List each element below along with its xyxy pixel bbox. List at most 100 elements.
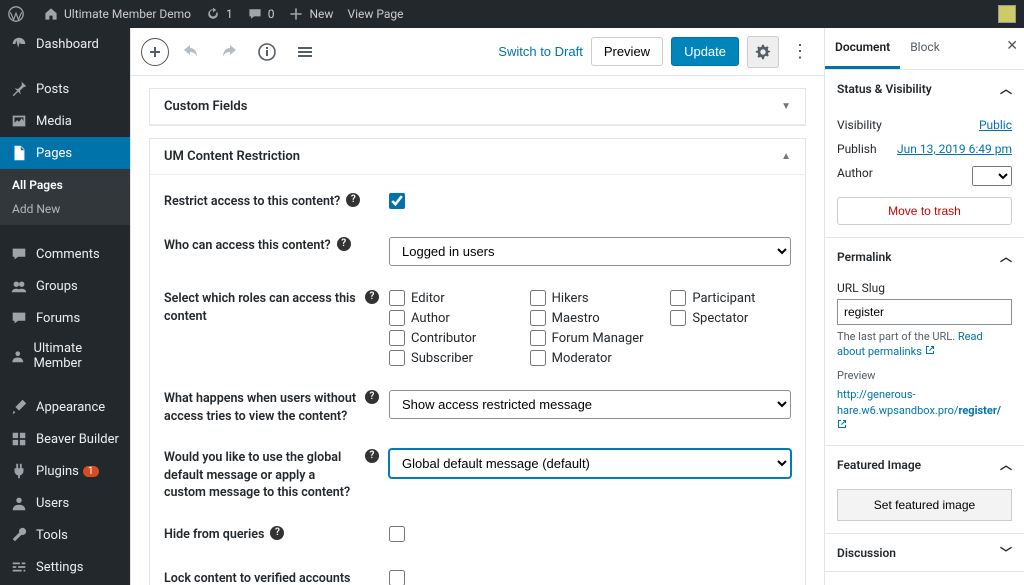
help-icon[interactable]: ? xyxy=(346,193,360,207)
move-to-trash[interactable]: Move to trash xyxy=(837,197,1012,225)
wp-logo[interactable] xyxy=(8,6,29,22)
user-icon xyxy=(10,347,26,365)
help-icon[interactable]: ? xyxy=(270,526,284,540)
role-option[interactable]: Contributor xyxy=(389,330,510,346)
permalink-toggle[interactable]: Permalink︿ xyxy=(825,238,1024,275)
sidebar-item-posts[interactable]: Posts xyxy=(0,73,130,105)
new-link[interactable]: New xyxy=(288,6,333,22)
role-option[interactable]: Maestro xyxy=(530,310,651,326)
submenu-all-pages[interactable]: All Pages xyxy=(0,173,130,197)
undo-button[interactable] xyxy=(175,36,207,68)
role-checkbox[interactable] xyxy=(530,330,546,346)
role-checkbox[interactable] xyxy=(670,310,686,326)
author-select[interactable] xyxy=(972,166,1012,186)
redo-button[interactable] xyxy=(213,36,245,68)
sidebar-item-tools[interactable]: Tools xyxy=(0,519,130,551)
sidebar-item-media[interactable]: Media xyxy=(0,105,130,137)
featured-image-panel: Featured Image︿ Set featured image xyxy=(825,446,1024,534)
sidebar-item-pages[interactable]: Pages xyxy=(0,137,130,169)
help-icon[interactable]: ? xyxy=(365,390,379,404)
roles-list: Editor Hikers Participant Author Maestro Spec… xyxy=(389,290,791,366)
who-select[interactable]: Logged in users xyxy=(389,237,791,266)
switch-to-draft[interactable]: Switch to Draft xyxy=(498,44,583,59)
sidebar-item-dashboard[interactable]: Dashboard xyxy=(0,28,130,60)
settings-toggle[interactable] xyxy=(747,36,779,68)
publish-value[interactable]: Jun 13, 2019 6:49 pm xyxy=(897,142,1012,156)
more-menu[interactable]: ⋮ xyxy=(787,41,814,62)
role-option[interactable]: Hikers xyxy=(530,290,651,306)
role-checkbox[interactable] xyxy=(389,310,405,326)
role-checkbox[interactable] xyxy=(389,290,405,306)
role-option[interactable]: Spectator xyxy=(670,310,791,326)
role-checkbox[interactable] xyxy=(530,290,546,306)
updates-link[interactable]: 1 xyxy=(205,6,233,22)
site-link[interactable]: Ultimate Member Demo xyxy=(43,6,191,22)
help-icon[interactable]: ? xyxy=(365,449,379,463)
list-icon xyxy=(295,42,315,62)
visibility-value[interactable]: Public xyxy=(979,118,1012,132)
sidebar-item-plugins[interactable]: Plugins1 xyxy=(0,455,130,487)
role-checkbox[interactable] xyxy=(530,350,546,366)
featured-image-toggle[interactable]: Featured Image︿ xyxy=(825,446,1024,483)
discussion-toggle[interactable]: Discussion﹀ xyxy=(825,534,1024,571)
preview-button[interactable]: Preview xyxy=(591,37,663,66)
help-icon[interactable]: ? xyxy=(337,237,351,251)
role-option[interactable]: Editor xyxy=(389,290,510,306)
home-icon xyxy=(43,6,59,22)
view-page-link[interactable]: View Page xyxy=(347,7,403,21)
info-button[interactable] xyxy=(251,36,283,68)
role-option[interactable]: Forum Manager xyxy=(530,330,651,346)
tab-document[interactable]: Document xyxy=(825,28,900,69)
slug-input[interactable] xyxy=(837,299,1012,325)
role-checkbox[interactable] xyxy=(389,350,405,366)
status-toggle[interactable]: Status & Visibility︿ xyxy=(825,70,1024,107)
message-select[interactable]: Global default message (default) xyxy=(389,449,791,478)
update-button[interactable]: Update xyxy=(671,37,739,66)
sidebar-item-beaver-builder[interactable]: Beaver Builder xyxy=(0,423,130,455)
user-avatar[interactable] xyxy=(998,5,1016,23)
role-checkbox[interactable] xyxy=(530,310,546,326)
plus-icon xyxy=(288,6,304,22)
grid-icon xyxy=(10,430,28,448)
close-sidebar[interactable]: ✕ xyxy=(1006,38,1018,54)
external-icon xyxy=(925,345,935,355)
sidebar-item-users[interactable]: Users xyxy=(0,487,130,519)
help-icon[interactable]: ? xyxy=(365,290,379,304)
lock-checkbox[interactable] xyxy=(389,570,405,585)
hide-checkbox[interactable] xyxy=(389,526,405,542)
refresh-icon xyxy=(205,6,221,22)
chevron-down-icon: ▼ xyxy=(781,101,791,112)
sidebar-item-comments[interactable]: Comments xyxy=(0,238,130,270)
chevron-up-icon: ▲ xyxy=(781,151,791,162)
set-featured-image[interactable]: Set featured image xyxy=(837,489,1012,521)
permalink-preview-link[interactable]: http://generous-hare.w6.wpsandbox.pro/re… xyxy=(837,388,1001,416)
role-option[interactable]: Moderator xyxy=(530,350,651,366)
sidebar-item-groups[interactable]: Groups xyxy=(0,270,130,302)
comments-link[interactable]: 0 xyxy=(247,6,275,22)
wordpress-icon xyxy=(8,6,24,22)
sidebar-item-ultimate-member[interactable]: Ultimate Member xyxy=(0,334,130,378)
role-checkbox[interactable] xyxy=(389,330,405,346)
role-option[interactable]: Participant xyxy=(670,290,791,306)
outline-button[interactable] xyxy=(289,36,321,68)
role-option[interactable]: Subscriber xyxy=(389,350,510,366)
sidebar-item-forums[interactable]: Forums xyxy=(0,302,130,334)
wp-adminbar: Ultimate Member Demo 1 0 New View Page xyxy=(0,0,1024,28)
um-restriction-toggle[interactable]: UM Content Restriction▲ xyxy=(150,139,805,175)
page-attributes-toggle[interactable]: Page Attributes︿ xyxy=(825,572,1024,585)
role-option[interactable]: Author xyxy=(389,310,510,326)
author-label: Author xyxy=(837,166,873,186)
restrict-checkbox[interactable] xyxy=(389,193,405,209)
block-inserter[interactable] xyxy=(141,38,169,66)
submenu-add-new[interactable]: Add New xyxy=(0,197,130,221)
role-checkbox[interactable] xyxy=(670,290,686,306)
noaccess-select[interactable]: Show access restricted message xyxy=(389,390,791,419)
sidebar-item-settings[interactable]: Settings xyxy=(0,551,130,583)
tab-block[interactable]: Block xyxy=(900,28,950,69)
sidebar-item-appearance[interactable]: Appearance xyxy=(0,391,130,423)
custom-fields-toggle[interactable]: Custom Fields▼ xyxy=(150,89,805,125)
media-icon xyxy=(10,112,28,130)
comment-icon xyxy=(10,245,28,263)
lock-label: Lock content to verified accounts only? xyxy=(164,570,379,585)
undo-icon xyxy=(181,42,201,62)
